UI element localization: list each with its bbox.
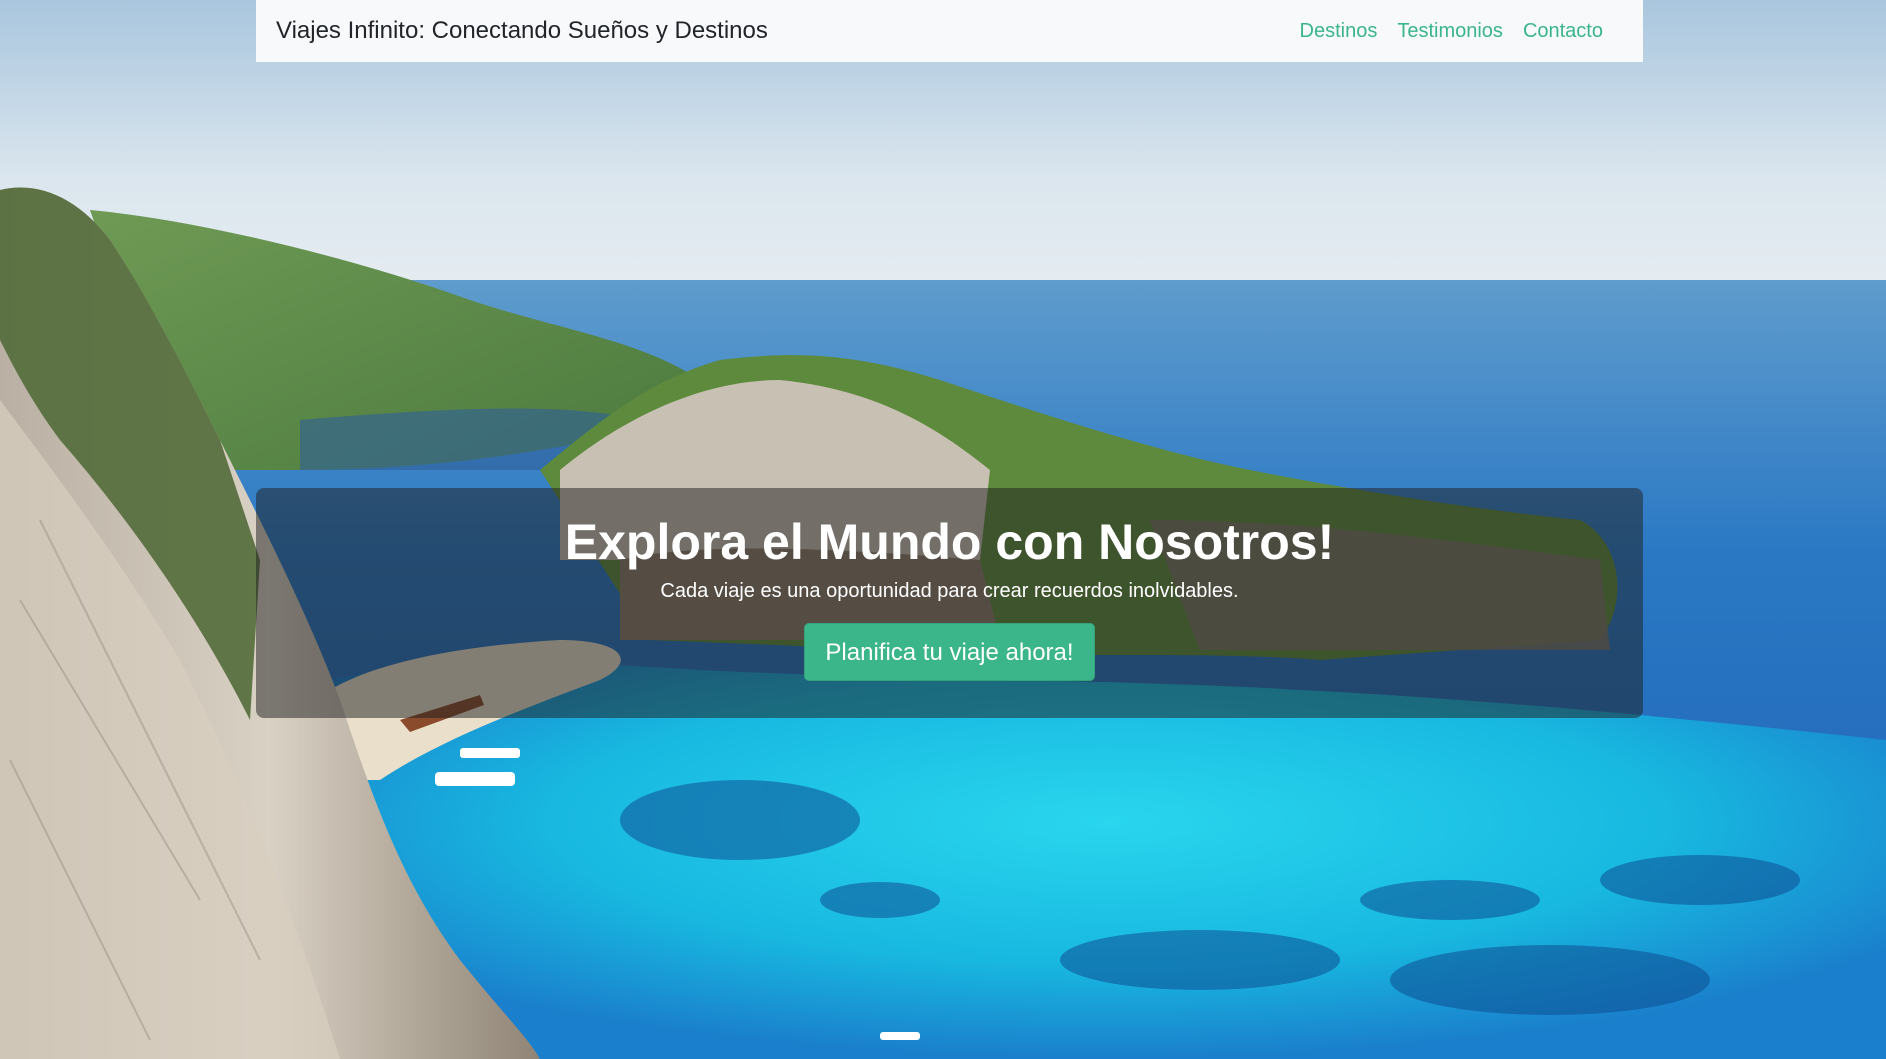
top-navbar: Viajes Infinito: Conectando Sueños y Des… [256, 0, 1643, 62]
nav-link-contacto[interactable]: Contacto [1513, 20, 1613, 43]
nav-links: Destinos Testimonios Contacto [1290, 20, 1613, 43]
brand-link[interactable]: Viajes Infinito: Conectando Sueños y Des… [276, 17, 768, 45]
hero-cta-box: Explora el Mundo con Nosotros! Cada viaj… [256, 488, 1643, 718]
plan-trip-button[interactable]: Planifica tu viaje ahora! [804, 623, 1095, 681]
hero-title: Explora el Mundo con Nosotros! [564, 514, 1335, 570]
nav-link-testimonios[interactable]: Testimonios [1387, 20, 1513, 43]
nav-link-destinos[interactable]: Destinos [1290, 20, 1388, 43]
hero-subtitle: Cada viaje es una oportunidad para crear… [660, 580, 1239, 602]
